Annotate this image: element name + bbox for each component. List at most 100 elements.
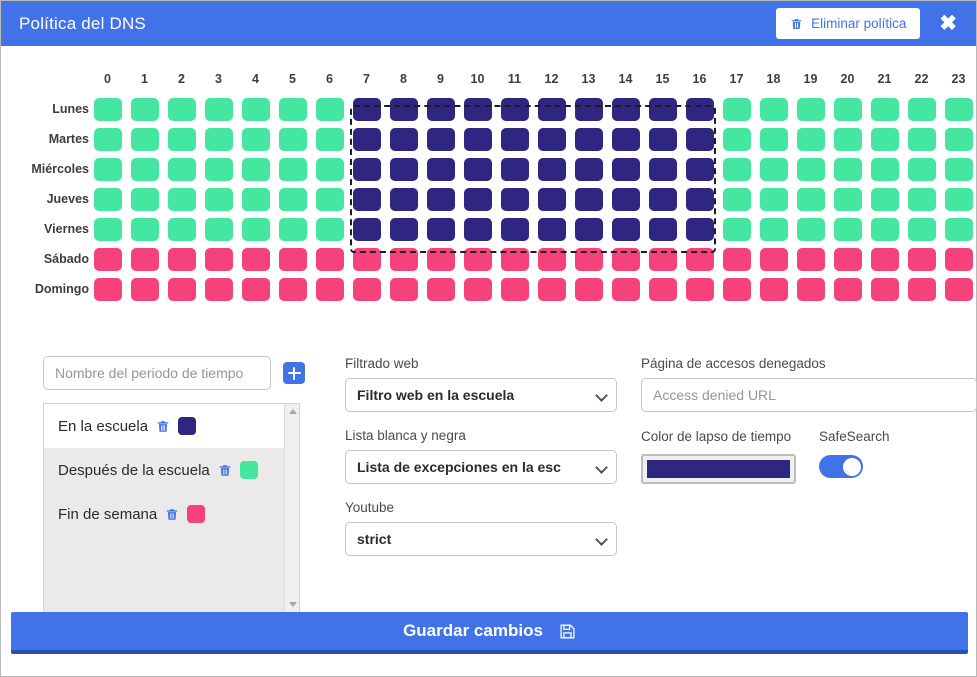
schedule-cell[interactable]: [829, 124, 866, 154]
schedule-cell[interactable]: [866, 244, 903, 274]
schedule-cell[interactable]: [755, 244, 792, 274]
schedule-cell[interactable]: [200, 184, 237, 214]
schedule-cell[interactable]: [644, 244, 681, 274]
schedule-cell[interactable]: [422, 154, 459, 184]
schedule-cell[interactable]: [422, 214, 459, 244]
schedule-cell[interactable]: [385, 154, 422, 184]
schedule-cell[interactable]: [89, 244, 126, 274]
schedule-cell[interactable]: [792, 214, 829, 244]
schedule-cell[interactable]: [718, 274, 755, 304]
schedule-cell[interactable]: [903, 184, 940, 214]
schedule-cell[interactable]: [163, 244, 200, 274]
schedule-cell[interactable]: [311, 244, 348, 274]
schedule-cell[interactable]: [792, 154, 829, 184]
schedule-cell[interactable]: [940, 124, 977, 154]
schedule-cell[interactable]: [89, 214, 126, 244]
schedule-cell[interactable]: [200, 274, 237, 304]
schedule-cell[interactable]: [644, 94, 681, 124]
schedule-cell[interactable]: [866, 124, 903, 154]
schedule-cell[interactable]: [163, 184, 200, 214]
schedule-cell[interactable]: [570, 94, 607, 124]
schedule-cell[interactable]: [311, 94, 348, 124]
schedule-cell[interactable]: [718, 124, 755, 154]
schedule-cell[interactable]: [163, 154, 200, 184]
schedule-cell[interactable]: [459, 124, 496, 154]
delete-period-icon[interactable]: [218, 463, 232, 478]
schedule-cell[interactable]: [829, 214, 866, 244]
delete-period-icon[interactable]: [156, 419, 170, 434]
schedule-cell[interactable]: [126, 124, 163, 154]
schedule-cell[interactable]: [644, 214, 681, 244]
schedule-cell[interactable]: [903, 274, 940, 304]
schedule-cell[interactable]: [89, 154, 126, 184]
schedule-cell[interactable]: [422, 274, 459, 304]
schedule-cell[interactable]: [348, 124, 385, 154]
schedule-cell[interactable]: [237, 94, 274, 124]
schedule-cell[interactable]: [570, 154, 607, 184]
schedule-cell[interactable]: [570, 124, 607, 154]
period-color-swatch[interactable]: [239, 461, 258, 479]
scroll-down-icon[interactable]: [285, 597, 299, 612]
schedule-cell[interactable]: [607, 154, 644, 184]
schedule-cell[interactable]: [274, 124, 311, 154]
schedule-cell[interactable]: [348, 184, 385, 214]
schedule-cell[interactable]: [940, 94, 977, 124]
schedule-cell[interactable]: [533, 124, 570, 154]
schedule-cell[interactable]: [89, 124, 126, 154]
schedule-cell[interactable]: [792, 244, 829, 274]
schedule-cell[interactable]: [829, 154, 866, 184]
period-color-swatch[interactable]: [178, 417, 197, 435]
schedule-cell[interactable]: [237, 214, 274, 244]
schedule-cell[interactable]: [718, 154, 755, 184]
schedule-cell[interactable]: [940, 214, 977, 244]
schedule-cell[interactable]: [755, 94, 792, 124]
schedule-cell[interactable]: [607, 244, 644, 274]
schedule-cell[interactable]: [496, 154, 533, 184]
schedule-cell[interactable]: [163, 274, 200, 304]
blacklist-select[interactable]: Lista de excepciones en la esc: [345, 450, 617, 484]
schedule-cell[interactable]: [459, 94, 496, 124]
schedule-cell[interactable]: [681, 94, 718, 124]
list-item[interactable]: En la escuela: [44, 404, 299, 448]
schedule-cell[interactable]: [496, 124, 533, 154]
schedule-cell[interactable]: [237, 154, 274, 184]
schedule-cell[interactable]: [422, 244, 459, 274]
schedule-cell[interactable]: [163, 214, 200, 244]
schedule-cell[interactable]: [496, 94, 533, 124]
schedule-cell[interactable]: [940, 244, 977, 274]
schedule-cell[interactable]: [274, 184, 311, 214]
schedule-cell[interactable]: [681, 184, 718, 214]
schedule-cell[interactable]: [644, 274, 681, 304]
schedule-cell[interactable]: [792, 274, 829, 304]
schedule-cell[interactable]: [681, 214, 718, 244]
schedule-cell[interactable]: [903, 214, 940, 244]
schedule-cell[interactable]: [200, 214, 237, 244]
schedule-cell[interactable]: [607, 214, 644, 244]
schedule-cell[interactable]: [644, 184, 681, 214]
schedule-cell[interactable]: [385, 274, 422, 304]
schedule-cell[interactable]: [311, 124, 348, 154]
schedule-cell[interactable]: [570, 214, 607, 244]
schedule-cell[interactable]: [200, 94, 237, 124]
schedule-cell[interactable]: [496, 214, 533, 244]
period-list-scrollbar[interactable]: [284, 404, 299, 612]
schedule-cell[interactable]: [89, 274, 126, 304]
schedule-cell[interactable]: [348, 94, 385, 124]
schedule-cell[interactable]: [385, 124, 422, 154]
schedule-cell[interactable]: [422, 94, 459, 124]
timespan-color-picker[interactable]: [641, 454, 796, 485]
schedule-cell[interactable]: [126, 274, 163, 304]
schedule-cell[interactable]: [237, 274, 274, 304]
schedule-cell[interactable]: [200, 154, 237, 184]
schedule-cell[interactable]: [126, 244, 163, 274]
schedule-cell[interactable]: [681, 154, 718, 184]
schedule-cell[interactable]: [533, 184, 570, 214]
schedule-cell[interactable]: [755, 184, 792, 214]
schedule-cell[interactable]: [496, 184, 533, 214]
schedule-cell[interactable]: [496, 244, 533, 274]
schedule-cell[interactable]: [792, 94, 829, 124]
schedule-cell[interactable]: [89, 184, 126, 214]
scroll-up-icon[interactable]: [285, 404, 299, 419]
schedule-cell[interactable]: [570, 184, 607, 214]
schedule-cell[interactable]: [348, 274, 385, 304]
